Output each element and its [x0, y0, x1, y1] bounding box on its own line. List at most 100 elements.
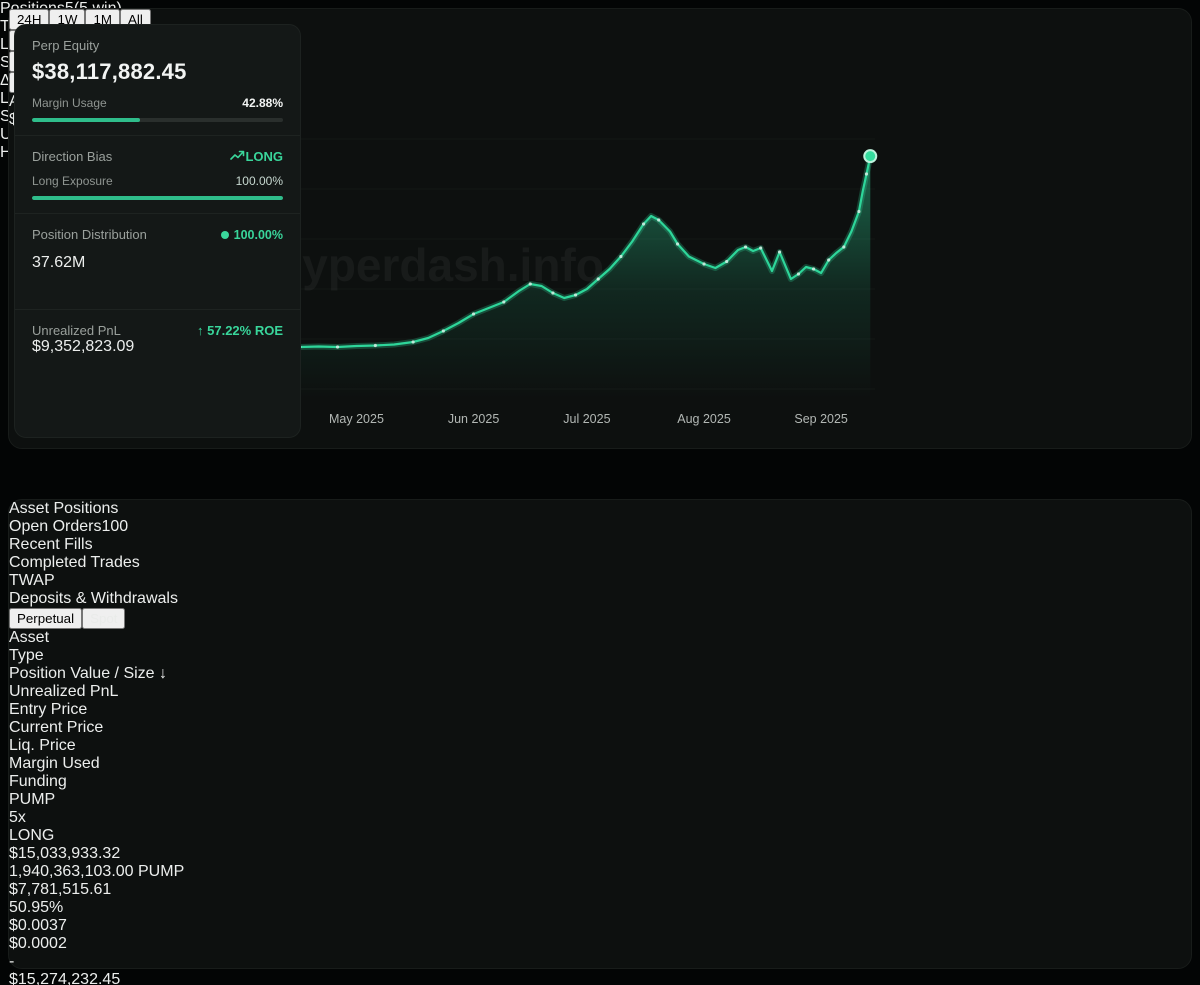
margin-usage-progressbar — [32, 118, 283, 122]
arrow-up-icon: ↑ — [197, 323, 204, 338]
tab-recent-fills[interactable]: Recent Fills — [9, 536, 1191, 554]
data-point-dot — [551, 291, 554, 294]
position-distribution-value: 100.00% — [221, 228, 283, 242]
unrealized-pnl-value: $7,781,515.61 — [9, 881, 1191, 899]
data-point-dot — [472, 312, 475, 315]
trending-up-icon — [230, 150, 245, 161]
table-header-row: AssetTypePosition Value / Size ↓Unrealiz… — [9, 629, 1191, 791]
asset-leverage: 5x — [9, 809, 1191, 827]
tab-deposits-withdrawals[interactable]: Deposits & Withdrawals — [9, 590, 1191, 608]
data-point-dot — [744, 245, 747, 248]
data-point-dot — [702, 262, 705, 265]
market-toggle-group: PerpetualSpot — [9, 608, 1191, 629]
x-axis-tick-label: Sep 2025 — [794, 412, 848, 426]
column-header-position-value-size[interactable]: Position Value / Size ↓ — [9, 665, 1191, 683]
data-point-dot — [812, 267, 815, 270]
position-size: 1,940,363,103.00 PUMP — [9, 863, 1191, 881]
table-body: PUMP5xLONG$15,033,933.321,940,363,103.00… — [9, 791, 1191, 985]
overview-card: Perp Equity $38,117,882.45 Margin Usage … — [8, 8, 1192, 449]
data-point-dot — [412, 340, 415, 343]
x-axis-tick-label: Jul 2025 — [563, 412, 610, 426]
data-point-dot — [842, 245, 845, 248]
positions-table: AssetTypePosition Value / Size ↓Unrealiz… — [9, 629, 1191, 985]
x-axis-tick-label: Jun 2025 — [448, 412, 499, 426]
position-distribution-bar-label: 37.62M — [32, 254, 85, 271]
tab-label: Asset Positions — [9, 500, 118, 517]
data-point-dot — [827, 258, 830, 261]
column-header-unrealized-pnl[interactable]: Unrealized PnL — [9, 683, 1191, 701]
column-header-liq-price[interactable]: Liq. Price — [9, 737, 1191, 755]
latest-point-marker — [864, 150, 876, 162]
table-row-pump[interactable]: PUMP5xLONG$15,033,933.321,940,363,103.00… — [9, 791, 1191, 985]
direction-bias-value: LONG — [230, 149, 283, 164]
column-header-type[interactable]: Type — [9, 647, 1191, 665]
hyperdash-dashboard: Perp Equity $38,117,882.45 Margin Usage … — [0, 0, 1200, 985]
tab-completed-trades[interactable]: Completed Trades — [9, 554, 1191, 572]
tab-asset-positions[interactable]: Asset Positions — [9, 500, 1191, 518]
unrealized-pnl-cell: $7,781,515.6150.95% — [9, 881, 1191, 917]
tab-open-orders[interactable]: Open Orders100 — [9, 518, 1191, 536]
green-dot-icon — [221, 231, 229, 239]
direction-bias-label: Direction Bias — [32, 149, 112, 164]
asset-cell: PUMP5x — [9, 791, 1191, 827]
position-distribution-bar[interactable]: 37.62M — [32, 254, 283, 296]
open-orders-count-badge: 100 — [101, 518, 128, 535]
long-exposure-fill — [32, 196, 283, 200]
data-point-dot — [778, 250, 781, 253]
column-header-margin-used[interactable]: Margin Used — [9, 755, 1191, 773]
account-stats-panel: Perp Equity $38,117,882.45 Margin Usage … — [14, 24, 301, 438]
long-exposure-label: Long Exposure — [32, 174, 113, 188]
long-exposure-progressbar — [32, 196, 283, 200]
type-cell: LONG — [9, 827, 1191, 845]
unrealized-pnl-percent: 50.95% — [9, 899, 1191, 917]
data-point-dot — [374, 344, 377, 347]
data-point-dot — [676, 242, 679, 245]
data-point-dot — [657, 218, 660, 221]
column-header-asset[interactable]: Asset — [9, 629, 1191, 647]
tab-label: TWAP — [9, 572, 55, 589]
liq-price: - — [9, 953, 1191, 971]
perp-equity-section: Perp Equity $38,117,882.45 Margin Usage … — [15, 25, 300, 136]
data-point-dot — [759, 246, 762, 249]
position-distribution-section: Position Distribution 100.00% 37.62M — [15, 214, 300, 310]
x-axis-tick-label: May 2025 — [329, 412, 384, 426]
positions-card: Asset PositionsOpen Orders100Recent Fill… — [8, 499, 1192, 969]
data-point-dot — [797, 272, 800, 275]
long-badge: LONG — [9, 827, 54, 844]
data-point-dot — [336, 345, 339, 348]
perp-equity-label: Perp Equity — [32, 38, 283, 53]
tab-label: Open Orders — [9, 518, 101, 535]
position-distribution-label: Position Distribution — [32, 227, 147, 242]
positions-tabs: Asset PositionsOpen Orders100Recent Fill… — [9, 500, 1191, 629]
data-point-dot — [642, 222, 645, 225]
data-point-dot — [442, 329, 445, 332]
data-point-dot — [865, 172, 868, 175]
tab-label: Recent Fills — [9, 536, 93, 553]
margin-usage-value: 42.88% — [242, 96, 283, 110]
margin-used: $15,274,232.45 — [9, 971, 1191, 985]
market-button-perpetual[interactable]: Perpetual — [9, 608, 82, 629]
long-exposure-value: 100.00% — [236, 174, 283, 188]
data-point-dot — [619, 255, 622, 258]
position-value-cell: $15,033,933.321,940,363,103.00 PUMP — [9, 845, 1191, 881]
market-button-spot[interactable]: Spot — [82, 608, 125, 629]
entry-price: $0.0037 — [9, 917, 1191, 935]
asset-name: PUMP — [9, 791, 1191, 809]
column-header-funding[interactable]: Funding — [9, 773, 1191, 791]
data-point-dot — [574, 293, 577, 296]
tab-twap[interactable]: TWAP — [9, 572, 1191, 590]
x-axis-tick-label: Aug 2025 — [677, 412, 731, 426]
perp-equity-value: $38,117,882.45 — [32, 59, 283, 85]
data-point-dot — [725, 260, 728, 263]
column-header-entry-price[interactable]: Entry Price — [9, 701, 1191, 719]
unrealized-pnl-label: Unrealized PnL — [32, 323, 121, 338]
margin-usage-label: Margin Usage — [32, 96, 107, 110]
data-point-dot — [597, 277, 600, 280]
data-point-dot — [529, 282, 532, 285]
column-header-current-price[interactable]: Current Price — [9, 719, 1191, 737]
unrealized-pnl-value: $9,352,823.09 — [32, 338, 283, 356]
position-value: $15,033,933.32 — [9, 845, 1191, 863]
direction-bias-section: Direction Bias LONG Long Exposure 100.00… — [15, 136, 300, 214]
tab-label: Deposits & Withdrawals — [9, 590, 178, 607]
data-point-dot — [857, 210, 860, 213]
